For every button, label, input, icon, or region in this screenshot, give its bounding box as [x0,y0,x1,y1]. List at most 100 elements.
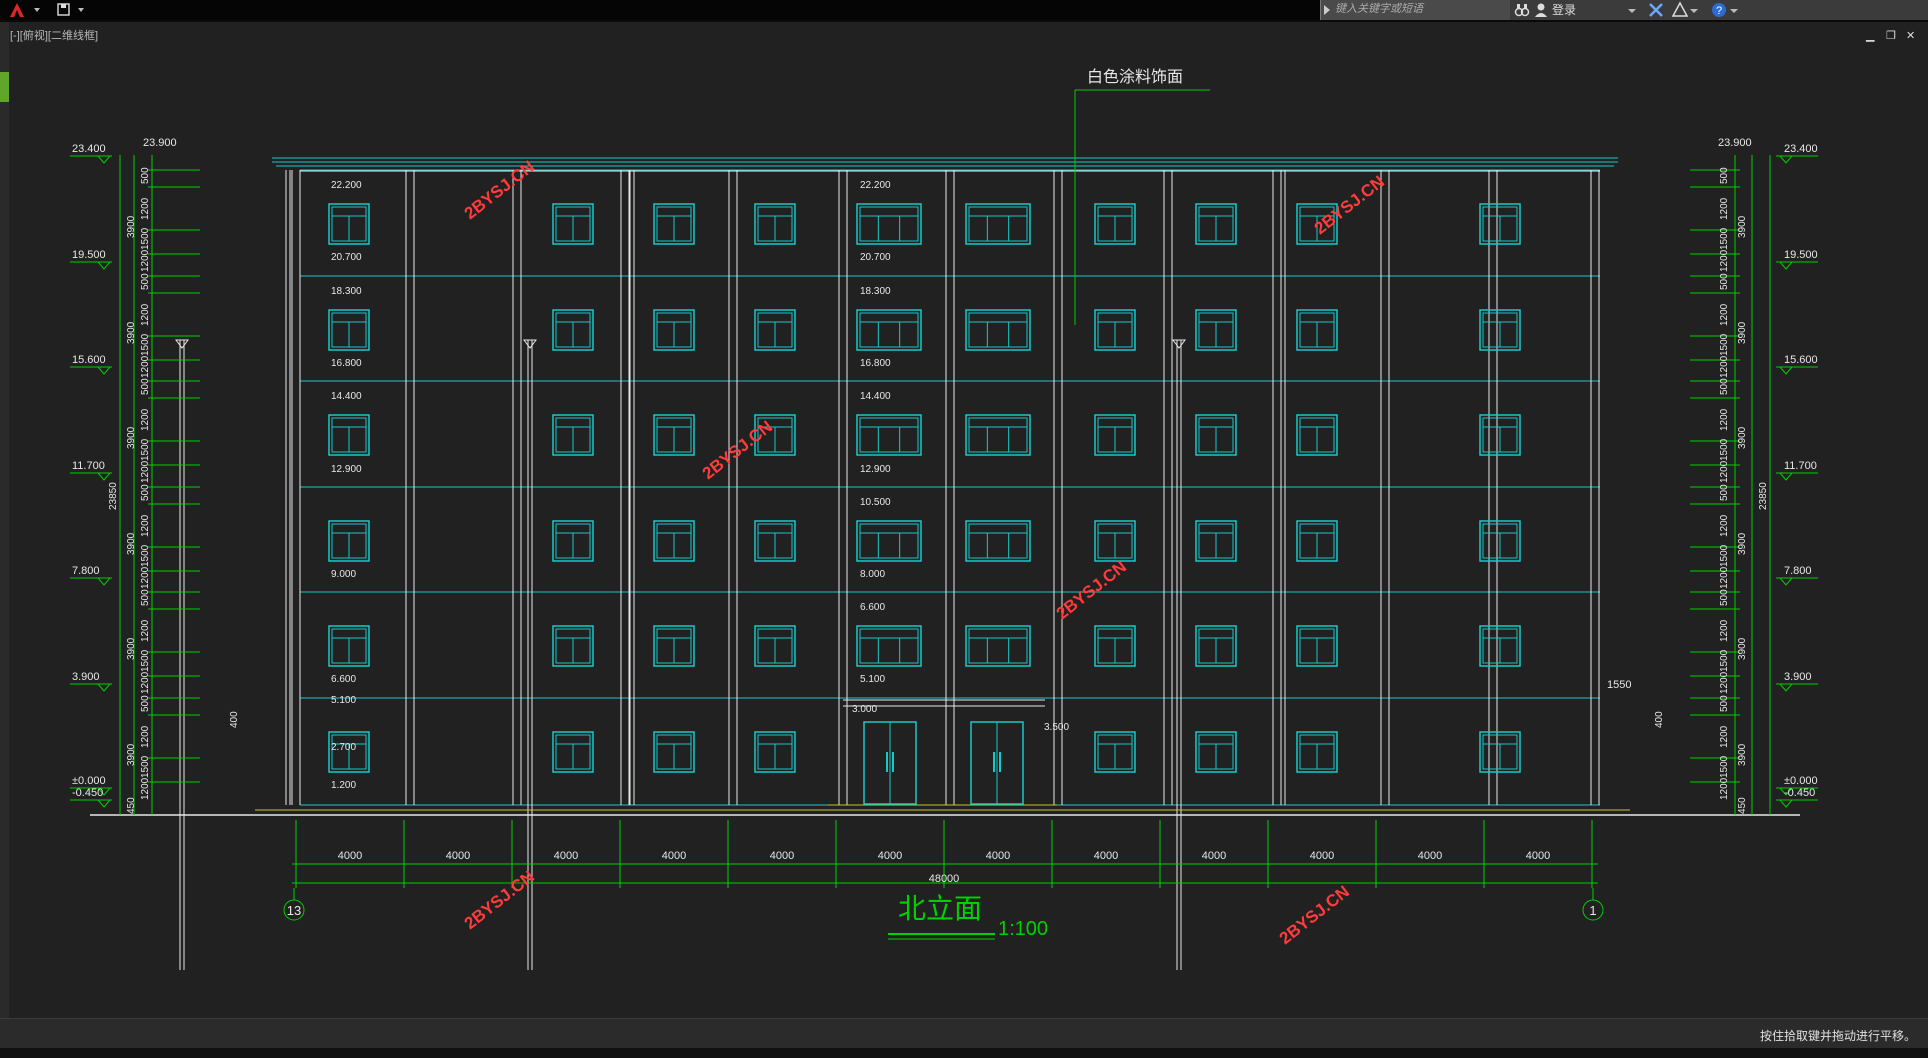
floor-dim-label: 3900 [1737,426,1748,449]
watermark: 2BYSJ.CN [461,157,538,223]
window-elev-label: 20.700 [331,252,362,263]
bay-dim-label: 4000 [1094,850,1118,862]
dim-label: 1200 [1719,671,1730,694]
window-wide [856,414,922,456]
top-left-elev: 23.900 [143,137,177,149]
dim-label: 500 [140,484,151,501]
elev-triangle [96,261,112,270]
lamp-head [175,339,189,349]
dim-label: 1200 [1719,777,1730,800]
dim-label: 1200 [1719,460,1730,483]
elev-triangle [96,366,112,375]
status-bar: 按住拾取键并拖动进行平移。 [0,1018,1928,1049]
elevation-drawing: 22.200 20.700 18.300 16.800 14.400 12.900 9.00… [70,68,1818,970]
dim-label: 1200 [140,249,151,272]
floor-dim-label: 3900 [126,215,137,238]
floor-dim-label: 3900 [126,743,137,766]
bay-dim-label: 4000 [446,850,470,862]
dim-label: 1200 [140,671,151,694]
dim-label: 1200 [1719,249,1730,272]
window-wide-inner [859,312,919,348]
floor-dim-label: 3900 [1737,215,1748,238]
canopy-elev: 3.000 [852,704,877,715]
dim-label: 500 [140,273,151,290]
dim-label: 500 [140,167,151,184]
total-height-left: 23850 [108,482,119,510]
window-elev-label: 18.300 [331,286,362,297]
window-elev-label: 8.000 [860,569,885,580]
dim-label: 500 [1719,695,1730,712]
bay-dim-label: 4000 [1202,850,1226,862]
axis-label-right: 1 [1589,903,1596,918]
dim-label: 1500 [1719,649,1730,672]
elev-triangle [1778,366,1794,375]
dim-label: 1200 [140,777,151,800]
window-wide [965,203,1031,245]
elevation-label-left: 11.700 [72,460,105,472]
window-wide [856,203,922,245]
elevation-label-left: 19.500 [72,249,106,261]
window-elev-label: 14.400 [331,391,362,402]
window-elev-label: 16.800 [331,358,362,369]
window-elev-label: 6.600 [860,602,885,613]
elevation-label-right: 23.400 [1784,143,1818,155]
watermark: 2BYSJ.CN [1053,557,1130,623]
top-right-elev: 23.900 [1718,137,1752,149]
window-wide [965,520,1031,562]
window-elev-label: 22.200 [860,180,891,191]
floor-dim-label: 3900 [126,532,137,555]
dim-label: 1200 [140,355,151,378]
dim-label: 450 [126,797,137,814]
window-elev-label: 10.500 [860,497,891,508]
dim-label: 1500 [140,755,151,778]
bay-dim-label: 4000 [338,850,362,862]
window-wide-inner [968,417,1028,453]
elevation-label-left: -0.450 [72,787,103,799]
elevation-label-right: -0.450 [1784,787,1815,799]
window-wide-inner [859,628,919,664]
window-elev-label: 12.900 [860,464,891,475]
dim-label: 450 [1737,797,1748,814]
elevation-label-right: 11.700 [1784,460,1817,472]
elev-triangle [1778,577,1794,586]
bay-dim-label: 4000 [1418,850,1442,862]
window-wide [965,309,1031,351]
window-wide [965,625,1031,667]
drawing-title: 北立面 [898,893,982,924]
elev-triangle [1778,155,1794,164]
elevation-label-left: 15.600 [72,354,106,366]
window-wide [856,520,922,562]
floor-dim-label: 3900 [126,426,137,449]
bay-dim-label: 4000 [1310,850,1334,862]
dim-label: 1200 [140,460,151,483]
dim-label: 1200 [140,197,151,220]
floor-dim-label: 3900 [126,637,137,660]
elev-triangle [1778,261,1794,270]
elev-triangle [1778,683,1794,692]
dim-label: 500 [140,589,151,606]
dim-label: 1200 [1719,619,1730,642]
dim-label: 1500 [1719,227,1730,250]
window-elev-label: 5.100 [860,674,885,685]
elevation-label-left: 7.800 [72,565,100,577]
floor-dim-label: 3900 [1737,637,1748,660]
window-elev-label: 20.700 [860,252,891,263]
window-wide [856,309,922,351]
elevation-label-right: 3.900 [1784,671,1812,683]
bottom-bar [0,1048,1928,1058]
dim-label: 500 [1719,167,1730,184]
side-dim-right: 400 [1654,711,1665,728]
dim-label: 500 [1719,273,1730,290]
dim-label: 500 [140,695,151,712]
elevation-label-left: 3.900 [72,671,100,683]
dim-label: 1200 [140,303,151,326]
windows [328,203,1521,805]
window-wide-inner [859,206,919,242]
bay-dim-label: 4000 [878,850,902,862]
window-wide-inner [859,417,919,453]
dim-label: 1500 [1719,438,1730,461]
watermark: 2BYSJ.CN [461,867,538,933]
floor-dim-label: 3900 [1737,532,1748,555]
dim-label: 1500 [140,438,151,461]
elevation-label-right: ±0.000 [1784,775,1818,787]
